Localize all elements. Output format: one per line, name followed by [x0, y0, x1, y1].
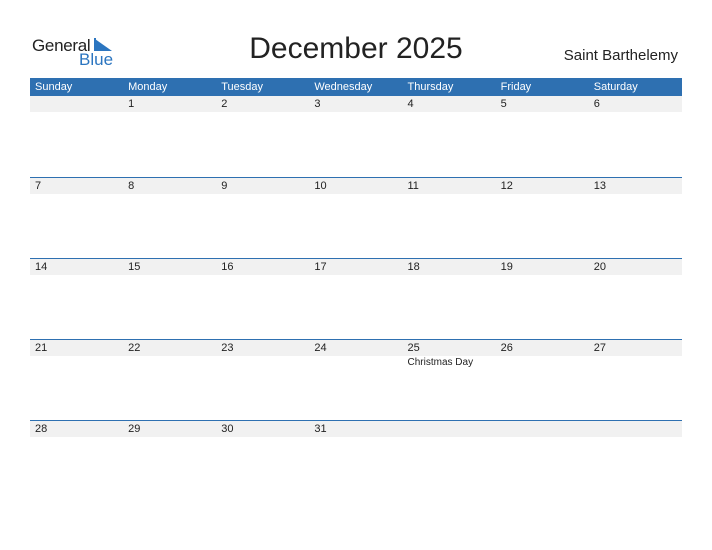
day-number: 31 — [314, 423, 327, 435]
week-row: 21 22 23 24 25 26 27 Christmas Day — [30, 339, 682, 420]
day-number-row: 28 29 30 31 — [30, 421, 682, 437]
day-number: 11 — [407, 180, 419, 192]
holiday-label — [496, 356, 589, 369]
weekday-monday: Monday — [128, 81, 168, 93]
day-number-row: 14 15 16 17 18 19 20 — [30, 259, 682, 275]
day-number: 22 — [128, 342, 141, 354]
day-number-row: 7 8 9 10 11 12 13 — [30, 178, 682, 194]
day-number: 13 — [593, 180, 606, 192]
day-number: 6 — [593, 98, 600, 110]
day-number: 1 — [128, 98, 135, 110]
week-row: 1 2 3 4 5 6 — [30, 96, 682, 177]
week-row: 28 29 30 31 — [30, 420, 682, 501]
day-number: 23 — [221, 342, 234, 354]
day-number: 16 — [221, 261, 234, 273]
day-number: 7 — [35, 180, 42, 192]
day-number: 29 — [128, 423, 141, 435]
day-number — [589, 421, 682, 437]
day-number: 12 — [500, 180, 513, 192]
weekday-wednesday: Wednesday — [314, 81, 373, 93]
day-number: 28 — [35, 423, 48, 435]
day-number: 19 — [500, 261, 513, 273]
day-number: 27 — [593, 342, 606, 354]
holiday-label — [216, 356, 309, 369]
weekday-thursday: Thursday — [407, 81, 454, 93]
day-number: 17 — [314, 261, 327, 273]
holiday-label — [309, 356, 402, 369]
day-number: 10 — [314, 180, 327, 192]
day-number: 21 — [35, 342, 48, 354]
day-number-row: 1 2 3 4 5 6 — [30, 96, 682, 112]
week-row: 14 15 16 17 18 19 20 — [30, 258, 682, 339]
day-number-row: 21 22 23 24 25 26 27 — [30, 340, 682, 356]
holiday-label — [589, 356, 682, 369]
holiday-label — [30, 356, 123, 369]
week-row: 7 8 9 10 11 12 13 — [30, 177, 682, 258]
weekday-tuesday: Tuesday — [221, 81, 264, 93]
day-number — [30, 96, 123, 112]
event-row: Christmas Day — [30, 356, 682, 369]
calendar-grid: Sunday Monday Tuesday Wednesday Thursday… — [30, 78, 682, 501]
day-number: 4 — [407, 98, 414, 110]
day-number: 18 — [407, 261, 420, 273]
weekday-saturday: Saturday — [593, 81, 638, 93]
day-number: 26 — [500, 342, 513, 354]
country-name: Saint Barthelemy — [563, 47, 678, 64]
day-number: 25 — [407, 342, 420, 354]
day-number: 14 — [35, 261, 48, 273]
day-number: 2 — [221, 98, 228, 110]
weekday-header: Sunday Monday Tuesday Wednesday Thursday… — [30, 78, 682, 96]
day-number — [403, 421, 496, 437]
day-number: 24 — [314, 342, 327, 354]
weekday-sunday: Sunday — [35, 81, 73, 93]
day-number — [496, 421, 589, 437]
day-number: 5 — [500, 98, 507, 110]
day-number: 30 — [221, 423, 234, 435]
day-number: 8 — [128, 180, 135, 192]
day-number: 15 — [128, 261, 141, 273]
day-number: 3 — [314, 98, 321, 110]
weeks-container: 1 2 3 4 5 6 7 8 9 10 11 12 13 14 15 16 17 18 19 20 21 22 23 24 2… — [30, 96, 682, 501]
holiday-label — [123, 356, 216, 369]
weekday-friday: Friday — [500, 81, 532, 93]
day-number: 20 — [593, 261, 606, 273]
day-number: 9 — [221, 180, 228, 192]
holiday-label: Christmas Day — [407, 357, 474, 368]
